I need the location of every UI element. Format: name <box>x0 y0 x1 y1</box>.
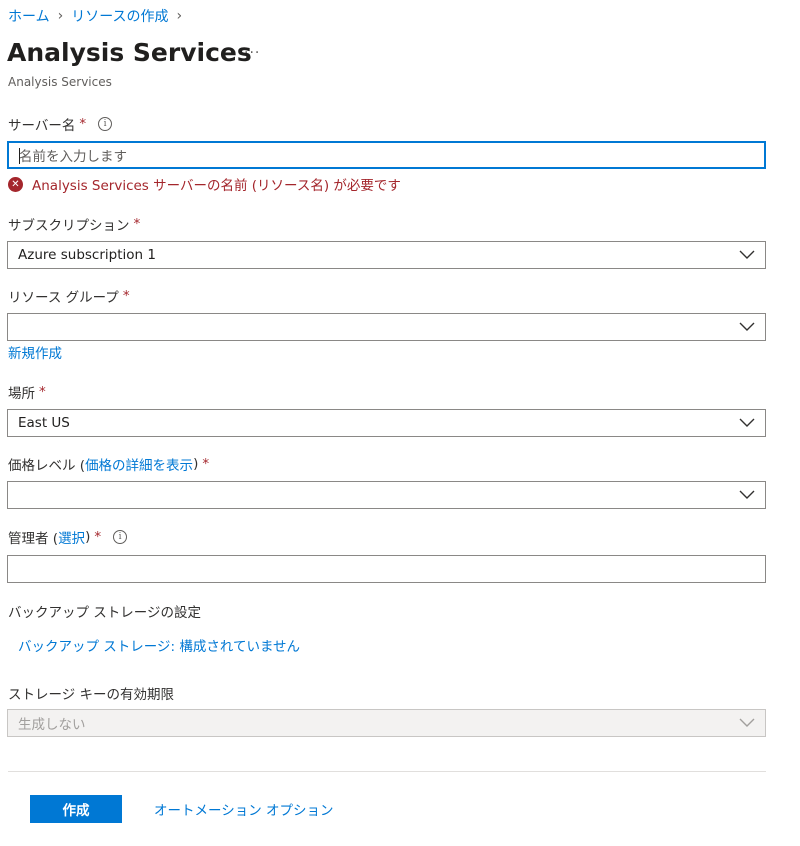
admin-label-prefix: 管理者 ( <box>8 531 59 547</box>
subscription-value: Azure subscription 1 <box>18 247 156 263</box>
server-name-error: ✕ Analysis Services サーバーの名前 (リソース名) が必要で… <box>8 174 401 194</box>
location-label-text: 場所 <box>8 386 35 402</box>
location-label: 場所 * <box>8 382 46 402</box>
breadcrumb: ホーム › リソースの作成 › <box>8 6 182 26</box>
more-options-icon[interactable]: ··· <box>244 45 260 61</box>
chevron-down-icon <box>739 250 755 259</box>
pricing-tier-label-prefix: 価格レベル ( <box>8 458 86 474</box>
storage-key-expiry-select: 生成しない <box>7 709 766 737</box>
server-name-label-text: サーバー名 <box>8 118 76 134</box>
pricing-tier-select[interactable] <box>7 481 766 509</box>
admin-input[interactable] <box>7 555 766 583</box>
create-analysis-services-page: ホーム › リソースの作成 › Analysis Services ··· An… <box>0 0 800 846</box>
server-name-label: サーバー名 * i <box>8 114 113 134</box>
backup-storage-link[interactable]: バックアップ ストレージ: 構成されていません <box>18 635 300 655</box>
resource-group-select[interactable] <box>7 313 766 341</box>
location-value: East US <box>18 415 70 431</box>
page-title: Analysis Services <box>7 38 252 67</box>
required-asterisk: * <box>39 384 46 400</box>
page-subtitle: Analysis Services <box>8 75 112 89</box>
chevron-down-icon <box>739 718 755 727</box>
admin-label: 管理者 (選択) * i <box>8 527 128 547</box>
info-icon[interactable]: i <box>98 117 113 131</box>
create-button[interactable]: 作成 <box>30 795 122 823</box>
backup-storage-label: バックアップ ストレージの設定 <box>8 605 202 621</box>
pricing-tier-label: 価格レベル (価格の詳細を表示) * <box>8 454 209 474</box>
footer-divider <box>8 771 766 772</box>
pricing-details-link[interactable]: 価格の詳細を表示 <box>85 454 193 474</box>
server-name-placeholder: 名前を入力します <box>19 149 127 165</box>
breadcrumb-create-resource-link[interactable]: リソースの作成 <box>71 6 168 26</box>
required-asterisk: * <box>79 116 87 132</box>
subscription-select[interactable]: Azure subscription 1 <box>7 241 766 269</box>
chevron-down-icon <box>739 490 755 499</box>
breadcrumb-home-link[interactable]: ホーム <box>8 6 50 26</box>
storage-key-expiry-value: 生成しない <box>18 717 86 733</box>
server-name-input[interactable]: 名前を入力します <box>7 141 766 169</box>
location-select[interactable]: East US <box>7 409 766 437</box>
create-new-resource-group-link[interactable]: 新規作成 <box>8 342 62 362</box>
required-asterisk: * <box>94 529 102 545</box>
required-asterisk: * <box>202 456 210 472</box>
chevron-down-icon <box>739 322 755 331</box>
automation-options-link[interactable]: オートメーション オプション <box>154 799 334 819</box>
server-name-error-text: Analysis Services サーバーの名前 (リソース名) が必要です <box>32 178 401 194</box>
chevron-right-icon: › <box>57 8 64 24</box>
text-caret <box>19 148 20 164</box>
required-asterisk: * <box>133 216 141 232</box>
chevron-right-icon: › <box>176 8 183 24</box>
storage-key-expiry-label: ストレージ キーの有効期限 <box>8 687 175 703</box>
required-asterisk: * <box>122 288 130 304</box>
pricing-tier-label-suffix: ) <box>193 456 199 472</box>
admin-select-link[interactable]: 選択 <box>58 527 85 547</box>
subscription-label: サブスクリプション * <box>8 214 140 234</box>
error-icon: ✕ <box>8 176 23 192</box>
info-icon[interactable]: i <box>113 530 128 544</box>
chevron-down-icon <box>739 418 755 427</box>
subscription-label-text: サブスクリプション <box>8 218 130 234</box>
admin-label-suffix: ) <box>85 529 91 545</box>
resource-group-label: リソース グループ * <box>8 286 130 306</box>
resource-group-label-text: リソース グループ <box>8 290 119 306</box>
